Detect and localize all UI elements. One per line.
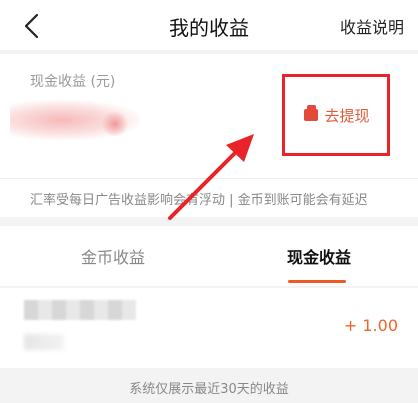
card-divider — [0, 178, 418, 179]
blurred-cash-amount-mark — [100, 112, 130, 136]
cash-earnings-card: 现金收益 (元) 去提现 汇率受每日广告收益影响会有浮动 | 金币到账可能会有延… — [0, 54, 418, 217]
record-amount: + 1.00 — [343, 316, 398, 335]
exchange-rate-notice: 汇率受每日广告收益影响会有浮动 | 金币到账可能会有延迟 — [30, 193, 368, 208]
footer-note: 系统仅展示最近30天的收益 — [129, 382, 289, 397]
cash-earnings-label: 现金收益 (元) — [30, 74, 116, 90]
nav-bar: 我的收益 收益说明 — [0, 0, 418, 50]
withdraw-button[interactable]: 去提现 — [290, 99, 384, 131]
earnings-tabs: 金币收益 现金收益 — [0, 226, 418, 286]
earnings-record-row: + 1.00 — [0, 288, 418, 368]
active-tab-indicator — [288, 280, 346, 283]
blurred-record-date — [24, 334, 64, 350]
blurred-record-title — [24, 300, 136, 320]
tab-coin-earnings[interactable]: 金币收益 — [81, 244, 145, 268]
earnings-explanation-link[interactable]: 收益说明 — [340, 14, 404, 38]
withdraw-label: 去提现 — [324, 106, 370, 125]
tab-cash-earnings[interactable]: 现金收益 — [287, 244, 351, 268]
wallet-icon — [304, 105, 319, 121]
